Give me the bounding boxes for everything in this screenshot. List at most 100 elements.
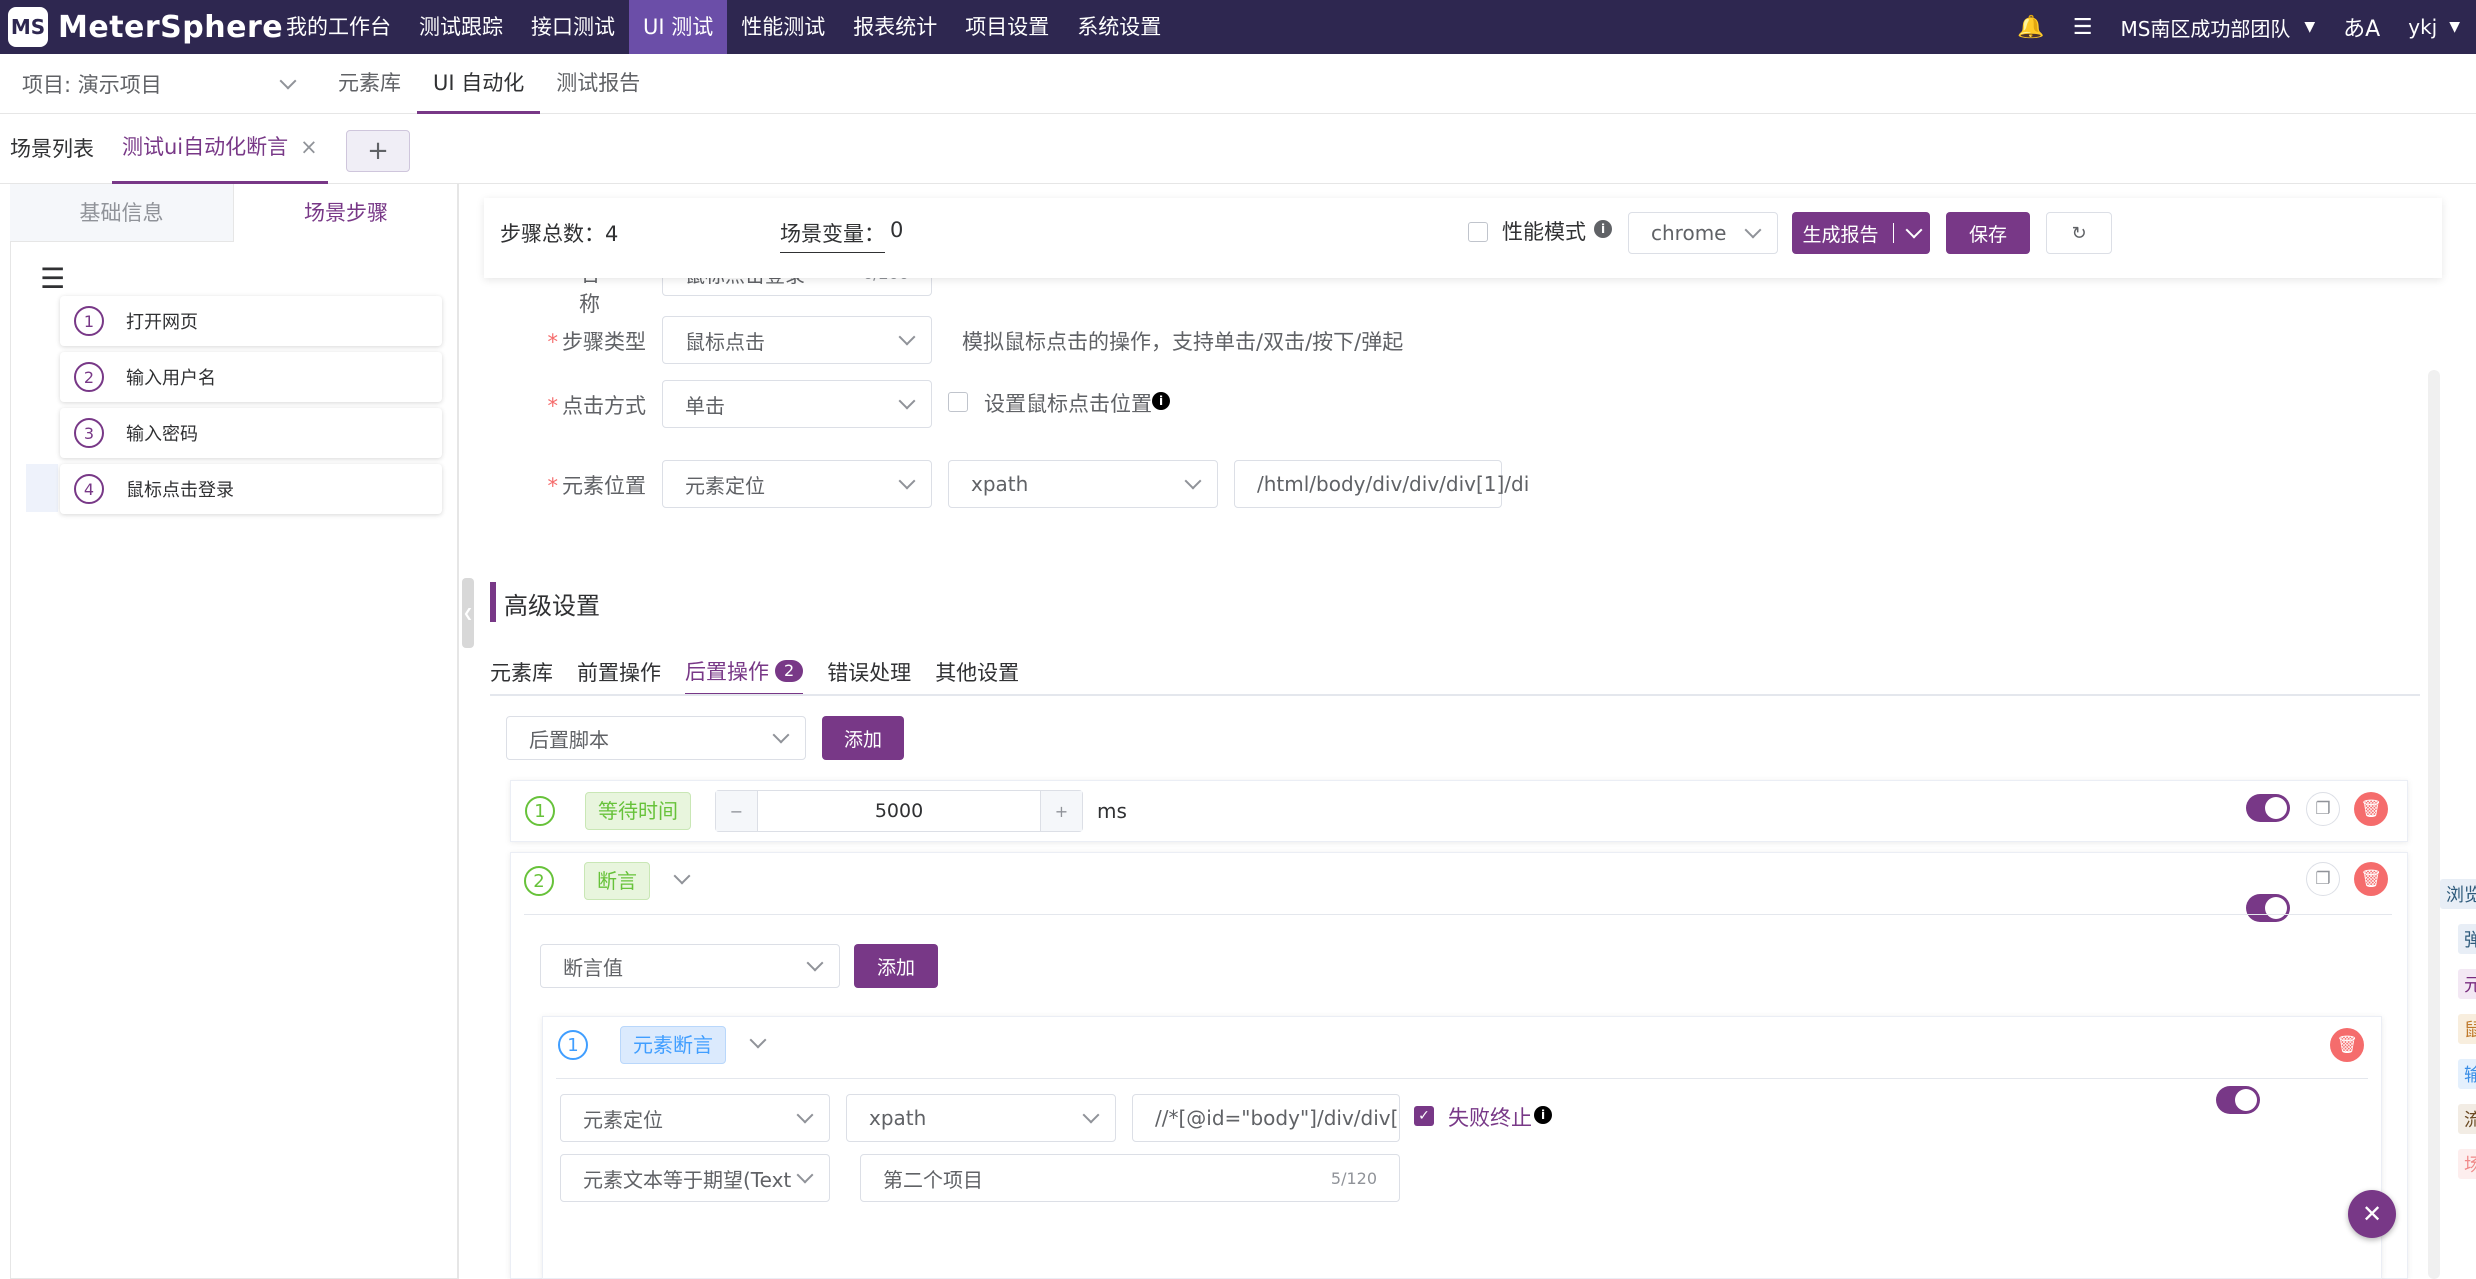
wait-time-unit: ms xyxy=(1097,799,1127,823)
subtab-ui-automation[interactable]: UI 自动化 xyxy=(417,54,541,114)
main-nav: 我的工作台 测试跟踪 接口测试 UI 测试 性能测试 报表统计 项目设置 系统设… xyxy=(272,0,1175,54)
close-menu-button[interactable]: ✕ xyxy=(2348,1190,2396,1238)
generate-report-button[interactable]: 生成报告 xyxy=(1792,212,1930,254)
nav-reports[interactable]: 报表统计 xyxy=(839,0,951,54)
post-script-select[interactable]: 后置脚本 xyxy=(506,716,806,760)
tab-element-library[interactable]: 元素库 xyxy=(490,657,553,687)
tab-scenario-steps[interactable]: 场景步骤 xyxy=(234,184,458,242)
fail-stop-checkbox[interactable]: ✓ xyxy=(1414,1106,1434,1126)
scenario-header-card: 步骤总数：4 场景变量： 0 性能模式 i chrome 生成报告 保存 ↻ xyxy=(484,198,2442,278)
menu-input-operation[interactable]: 输入操作 ⏭ xyxy=(2458,1056,2476,1092)
assert-value-select[interactable]: 断言值 xyxy=(540,944,840,988)
subtab-test-report[interactable]: 测试报告 xyxy=(540,54,656,114)
step-item[interactable]: 4 鼠标点击登录 xyxy=(60,464,442,514)
user-menu[interactable]: ykj ▼ xyxy=(2408,15,2460,39)
close-icon[interactable]: × xyxy=(300,112,318,182)
step-total: 步骤总数：4 xyxy=(500,222,619,246)
assert-xpath-input[interactable]: //*[@id="body"]/div/div[2]/c xyxy=(1132,1094,1400,1142)
step-item[interactable]: 1 打开网页 xyxy=(60,296,442,346)
menu-element-operation[interactable]: 元素操作 ⏭ xyxy=(2458,966,2476,1002)
click-mode-select[interactable]: 单击 xyxy=(662,380,932,428)
tab-error-handling[interactable]: 错误处理 xyxy=(827,657,911,687)
count-badge: 2 xyxy=(775,659,804,682)
expected-value-input[interactable]: 第二个项目 5/120 xyxy=(860,1154,1400,1202)
menu-icon[interactable]: ☰ xyxy=(40,262,65,295)
menu-mouse-operation[interactable]: 鼠标操作 ⏮ xyxy=(2458,1011,2476,1047)
tab-scenario-list[interactable]: 场景列表 xyxy=(0,114,104,184)
wait-time-value[interactable]: 5000 xyxy=(758,800,1040,822)
perf-mode-checkbox[interactable] xyxy=(1468,222,1488,242)
menu-flow-control[interactable]: 流程控制 ‹› xyxy=(2458,1101,2476,1137)
assert-locate-select[interactable]: 元素定位 xyxy=(560,1094,830,1142)
menu-browser-operation[interactable]: 浏览器操作 ✎ xyxy=(2440,876,2476,912)
scene-variables[interactable]: 场景变量： xyxy=(780,218,885,253)
decrement-button[interactable]: − xyxy=(716,791,758,831)
step-type-select[interactable]: 鼠标点击 xyxy=(662,316,932,364)
locator-type-select[interactable]: xpath xyxy=(948,460,1218,508)
tab-post-operation[interactable]: 后置操作 2 xyxy=(685,648,804,696)
expected-count: 5/120 xyxy=(1330,1168,1377,1188)
item-number: 1 xyxy=(525,796,555,826)
chevron-down-icon xyxy=(1082,1106,1100,1124)
element-locate-select[interactable]: 元素定位 xyxy=(662,460,932,508)
chevron-down-icon xyxy=(1184,472,1202,490)
language-icon[interactable]: あA xyxy=(2343,11,2380,43)
menu-scenario-import[interactable]: 场景导入 ✥ xyxy=(2458,1146,2476,1182)
enable-toggle[interactable] xyxy=(2246,794,2290,822)
perf-mode-label: 性能模式 xyxy=(1502,220,1586,244)
tab-current-scenario[interactable]: 测试ui自动化断言 × xyxy=(112,114,328,184)
save-button[interactable]: 保存 xyxy=(1946,212,2030,254)
scrollbar[interactable] xyxy=(2428,370,2440,1279)
step-item[interactable]: 2 输入用户名 xyxy=(60,352,442,402)
info-icon: i xyxy=(1534,1106,1552,1124)
tab-underline xyxy=(490,694,2420,696)
wait-time-tag: 等待时间 xyxy=(585,792,691,830)
caret-down-icon: ▼ xyxy=(2449,19,2460,35)
step-number: 1 xyxy=(74,306,104,336)
nav-workbench[interactable]: 我的工作台 xyxy=(272,0,405,54)
assert-condition-value: 元素文本等于期望(Text xyxy=(583,1167,792,1192)
wait-time-stepper[interactable]: − 5000 + xyxy=(715,790,1083,832)
step-item[interactable]: 3 输入密码 xyxy=(60,408,442,458)
copy-icon[interactable]: ❐ xyxy=(2306,792,2340,826)
step-number: 3 xyxy=(74,418,104,448)
click-position-checkbox[interactable] xyxy=(948,392,968,412)
add-assertion-button[interactable]: 添加 xyxy=(854,944,938,988)
project-selector[interactable]: 项目: 演示项目 xyxy=(22,54,297,114)
delete-icon[interactable]: 🗑 xyxy=(2354,792,2388,826)
nav-test-track[interactable]: 测试跟踪 xyxy=(405,0,517,54)
increment-button[interactable]: + xyxy=(1040,791,1082,831)
scene-variables-label: 场景变量： xyxy=(780,222,885,246)
assert-locator-type-select[interactable]: xpath xyxy=(846,1094,1116,1142)
refresh-icon[interactable]: ↻ xyxy=(2046,212,2112,254)
collapse-handle[interactable]: ❮ xyxy=(462,578,474,648)
tab-basic-info[interactable]: 基础信息 xyxy=(10,184,234,242)
click-position-label: 设置鼠标点击位置 xyxy=(984,392,1152,416)
tab-pre-operation[interactable]: 前置操作 xyxy=(577,657,661,687)
nav-api-test[interactable]: 接口测试 xyxy=(517,0,629,54)
step-label: 输入用户名 xyxy=(126,368,216,389)
brand-logo[interactable]: MS MeterSphere xyxy=(8,6,283,48)
nav-project-settings[interactable]: 项目设置 xyxy=(951,0,1063,54)
left-panel xyxy=(10,184,458,1279)
browser-select[interactable]: chrome xyxy=(1628,212,1778,254)
team-selector[interactable]: MS南区成功部团队 ▼ xyxy=(2120,13,2315,42)
task-list-icon[interactable]: ☰ xyxy=(2073,15,2093,40)
assert-condition-select[interactable]: 元素文本等于期望(Text xyxy=(560,1154,830,1202)
chevron-down-icon[interactable] xyxy=(1905,221,1922,239)
add-tab-button[interactable]: + xyxy=(346,130,410,172)
xpath-input[interactable]: /html/body/div/div/div[1]/di xyxy=(1234,460,1529,508)
nav-system-settings[interactable]: 系统设置 xyxy=(1063,0,1175,54)
add-post-script-button[interactable]: 添加 xyxy=(822,716,904,760)
chevron-down-icon xyxy=(279,72,297,90)
bell-icon[interactable]: 🔔 xyxy=(2017,15,2044,40)
advanced-settings-title: 高级设置 xyxy=(504,592,600,620)
chevron-down-icon xyxy=(772,726,790,744)
nav-ui-test[interactable]: UI 测试 xyxy=(629,0,728,54)
subtab-element-library[interactable]: 元素库 xyxy=(322,54,417,114)
brand-name: MeterSphere xyxy=(58,9,284,45)
nav-performance-test[interactable]: 性能测试 xyxy=(727,0,839,54)
tab-other-settings[interactable]: 其他设置 xyxy=(935,657,1019,687)
menu-popup-operation[interactable]: 弹窗操作 ✎ xyxy=(2458,921,2476,957)
assert-locate-value: 元素定位 xyxy=(583,1107,663,1132)
